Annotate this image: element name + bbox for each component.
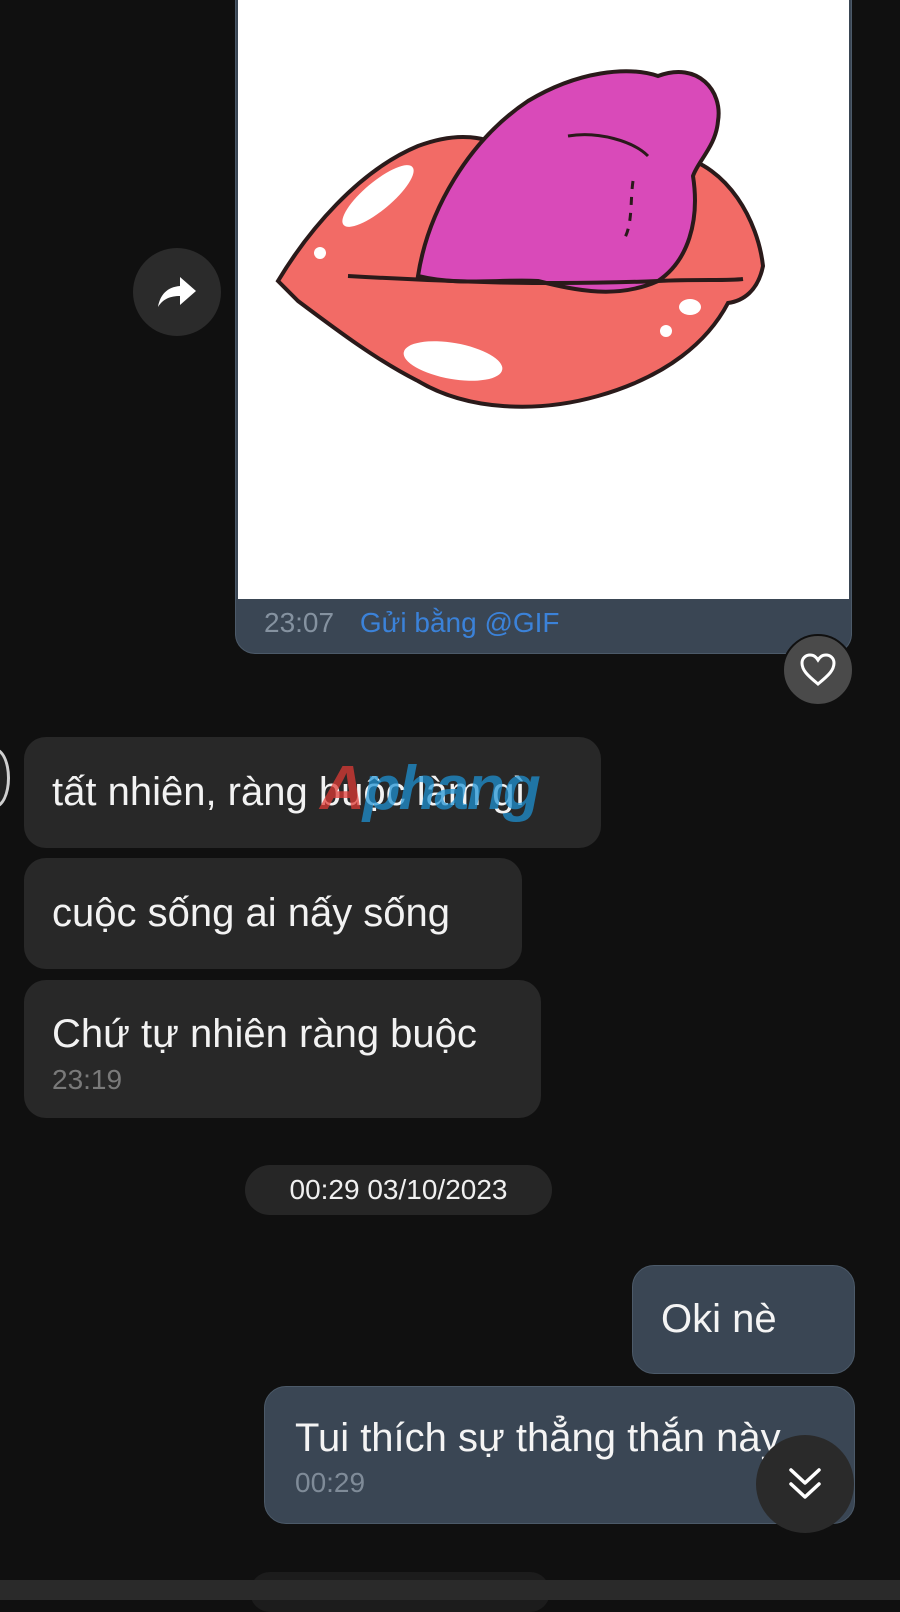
gif-source-link[interactable]: Gửi bằng @GIF (360, 607, 560, 638)
incoming-message[interactable]: cuộc sống ai nấy sống (24, 858, 522, 969)
reaction-button[interactable] (782, 634, 854, 706)
lips-sticker-illustration (275, 69, 766, 409)
bottom-bar (0, 1580, 900, 1600)
forward-arrow-icon (158, 277, 196, 307)
double-chevron-down-icon (789, 1468, 821, 1499)
heart-icon (800, 653, 836, 686)
scroll-to-bottom-button[interactable] (756, 1435, 854, 1533)
forward-button[interactable] (133, 248, 221, 336)
incoming-message[interactable]: Chứ tự nhiên ràng buộc 23:19 (24, 980, 541, 1118)
message-time: 23:07 (264, 607, 335, 638)
gif-image[interactable] (238, 0, 849, 599)
message-text: cuộc sống ai nấy sống (52, 891, 451, 935)
message-text: Oki nè (661, 1297, 777, 1341)
avatar[interactable] (0, 748, 10, 808)
message-time: 23:19 (52, 1064, 123, 1095)
date-separator: 00:29 03/10/2023 (245, 1165, 552, 1215)
gif-meta: 23:07 Gửi bằng @GIF (264, 607, 560, 639)
outgoing-message[interactable]: Oki nè (632, 1265, 855, 1374)
watermark-logo: Aphang (320, 754, 541, 823)
gif-message-bubble[interactable]: 23:07 Gửi bằng @GIF (235, 0, 852, 654)
message-text: Chứ tự nhiên ràng buộc (52, 1012, 477, 1056)
